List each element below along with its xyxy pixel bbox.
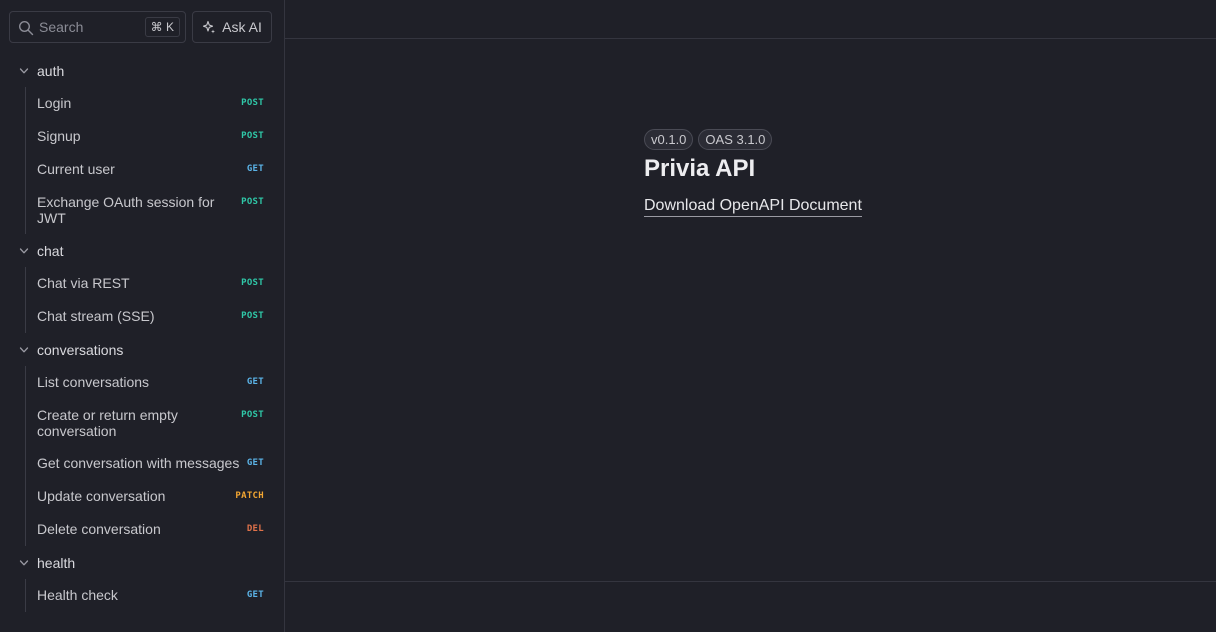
group-name: conversations bbox=[37, 341, 124, 358]
method-badge: GET bbox=[246, 164, 264, 174]
chevron-down-icon bbox=[19, 560, 29, 566]
group-items-conversations: List conversations GET Create or return em… bbox=[25, 366, 284, 546]
endpoint-label: Delete conversation bbox=[37, 521, 161, 537]
top-bar bbox=[285, 0, 1216, 39]
endpoint-label: Get conversation with messages bbox=[37, 455, 240, 471]
method-badge: GET bbox=[246, 377, 264, 387]
bottom-bar bbox=[285, 581, 1216, 632]
group-header-conversations[interactable]: conversations bbox=[0, 333, 284, 366]
app-window: Search ⌘ K Ask AI auth Login POST Signup POS… bbox=[0, 0, 1216, 632]
endpoint-label: Login bbox=[37, 95, 72, 111]
endpoint-label: Exchange OAuth session for JWT bbox=[37, 194, 215, 226]
ask-ai-label: Ask AI bbox=[222, 19, 262, 35]
group-name: auth bbox=[37, 62, 65, 79]
method-badge: POST bbox=[241, 98, 264, 108]
sparkle-icon bbox=[203, 20, 216, 34]
method-badge: POST bbox=[241, 131, 264, 141]
download-openapi-link[interactable]: Download OpenAPI Document bbox=[644, 196, 862, 217]
group-header-health[interactable]: health bbox=[0, 546, 284, 579]
search-row: Search ⌘ K Ask AI bbox=[9, 11, 272, 43]
endpoint-item[interactable]: Login POST bbox=[26, 87, 284, 120]
group-name: chat bbox=[37, 242, 64, 259]
method-badge: POST bbox=[241, 278, 264, 288]
version-badges: v0.1.0 OAS 3.1.0 bbox=[644, 129, 862, 150]
group-items-health: Health check GET bbox=[25, 579, 284, 612]
chevron-down-icon bbox=[19, 347, 29, 353]
endpoint-label: Chat via REST bbox=[37, 275, 130, 291]
group-header-chat[interactable]: chat bbox=[0, 234, 284, 267]
search-shortcut: ⌘ K bbox=[144, 17, 180, 37]
endpoint-label: Health check bbox=[37, 587, 118, 603]
version-badge: v0.1.0 bbox=[644, 129, 694, 150]
endpoint-item[interactable]: Delete conversation DEL bbox=[26, 513, 284, 546]
endpoint-item[interactable]: List conversations GET bbox=[26, 366, 284, 399]
main-content: v0.1.0 OAS 3.1.0 Privia API Download Ope… bbox=[285, 0, 1216, 632]
method-badge: GET bbox=[246, 590, 264, 600]
endpoint-label: Signup bbox=[37, 128, 81, 144]
endpoint-item[interactable]: Exchange OAuth session for JWT POST bbox=[26, 186, 284, 234]
search-placeholder: Search bbox=[39, 19, 84, 35]
api-intro: v0.1.0 OAS 3.1.0 Privia API Download Ope… bbox=[644, 129, 862, 217]
endpoint-item[interactable]: Current user GET bbox=[26, 153, 284, 186]
group-name: health bbox=[37, 554, 76, 571]
search-input[interactable]: Search ⌘ K bbox=[9, 11, 186, 43]
method-badge: PATCH bbox=[235, 491, 264, 501]
endpoint-nav: auth Login POST Signup POST Current user GET Ex… bbox=[0, 54, 284, 612]
page-title: Privia API bbox=[644, 155, 756, 182]
endpoint-item[interactable]: Chat stream (SSE) POST bbox=[26, 300, 284, 333]
endpoint-item[interactable]: Update conversation PATCH bbox=[26, 480, 284, 513]
endpoint-item[interactable]: Health check GET bbox=[26, 579, 284, 612]
method-badge: GET bbox=[246, 458, 264, 468]
endpoint-label: Chat stream (SSE) bbox=[37, 308, 155, 324]
group-header-auth[interactable]: auth bbox=[0, 54, 284, 87]
oas-badge: OAS 3.1.0 bbox=[698, 129, 773, 150]
endpoint-item[interactable]: Get conversation with messages GET bbox=[26, 447, 284, 480]
endpoint-label: List conversations bbox=[37, 374, 150, 390]
endpoint-item[interactable]: Chat via REST POST bbox=[26, 267, 284, 300]
ask-ai-button[interactable]: Ask AI bbox=[192, 11, 272, 43]
group-items-auth: Login POST Signup POST Current user GET Exchan… bbox=[25, 87, 284, 234]
method-badge: DEL bbox=[246, 524, 264, 534]
chevron-down-icon bbox=[19, 248, 29, 254]
endpoint-item[interactable]: Signup POST bbox=[26, 120, 284, 153]
endpoint-item[interactable]: Create or return empty conversation POST bbox=[26, 399, 284, 447]
endpoint-label: Create or return empty conversation bbox=[37, 407, 178, 439]
method-badge: POST bbox=[241, 311, 264, 321]
group-items-chat: Chat via REST POST Chat stream (SSE) POST bbox=[25, 267, 284, 333]
endpoint-label: Update conversation bbox=[37, 488, 166, 504]
method-badge: POST bbox=[241, 410, 264, 420]
search-icon bbox=[18, 20, 34, 36]
chevron-down-icon bbox=[19, 68, 29, 74]
sidebar: Search ⌘ K Ask AI auth Login POST Signup POS… bbox=[0, 0, 285, 632]
method-badge: POST bbox=[241, 197, 264, 207]
endpoint-label: Current user bbox=[37, 161, 115, 177]
